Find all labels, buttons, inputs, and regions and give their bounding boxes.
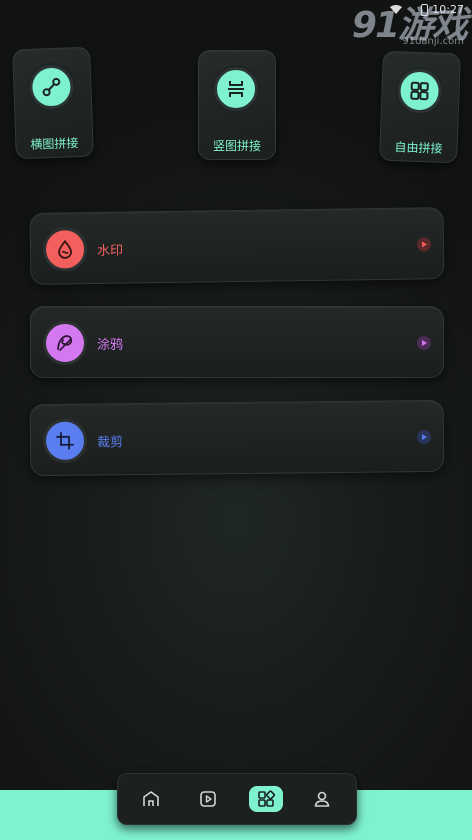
crop-tool-label: 裁剪 [96,435,124,451]
nav-profile-button[interactable] [307,786,337,812]
nav-apps-button[interactable] [249,786,283,812]
crop-tool-icon-wrap [42,418,88,464]
tile-vertical-label: 竖图拼接 [212,139,261,153]
tool-card-watermark[interactable]: 水印 [29,207,445,285]
nav-video-button[interactable] [193,786,223,812]
tool-card-doodle[interactable]: 涂鸦 [30,306,444,378]
watermark-tool-icon-wrap [42,227,88,272]
water-drop-icon [58,240,72,259]
doodle-icon [57,335,73,351]
play-arrow-icon [421,241,427,248]
grid-icon [410,81,429,101]
play-arrow-icon [422,340,427,346]
tile-free-icon-wrap [396,68,443,114]
watermark-domain: 91danji.com [402,36,464,47]
watermark-tool-label: 水印 [96,243,124,259]
bottom-nav-bar [117,773,357,825]
watermark-arrow-button[interactable] [416,237,432,252]
doodle-tool-label: 涂鸦 [97,338,124,353]
link-nodes-icon [42,77,61,97]
vertical-stitch-icon [228,81,244,97]
doodle-tool-icon-wrap [43,321,87,365]
nav-home-button[interactable] [136,786,166,812]
tile-free-stitch[interactable]: 自由拼接 [379,50,461,164]
tile-horizontal-stitch[interactable]: 横图拼接 [12,46,94,160]
tool-card-crop[interactable]: 裁剪 [29,399,445,477]
play-arrow-icon [421,434,428,441]
tile-free-label: 自由拼接 [394,140,443,156]
video-icon [200,791,216,807]
tile-vertical-stitch[interactable]: 竖图拼接 [198,50,276,160]
tile-horizontal-icon-wrap [28,64,75,110]
apps-icon [258,790,276,807]
site-watermark: 91游戏 91danji.com [336,0,472,52]
crop-arrow-button[interactable] [416,429,432,445]
home-icon [143,791,159,806]
tile-vertical-icon-wrap [214,67,258,111]
tile-horizontal-label: 横图拼接 [30,136,79,152]
doodle-arrow-button[interactable] [417,336,431,350]
crop-icon [56,431,74,450]
user-icon [314,791,330,807]
